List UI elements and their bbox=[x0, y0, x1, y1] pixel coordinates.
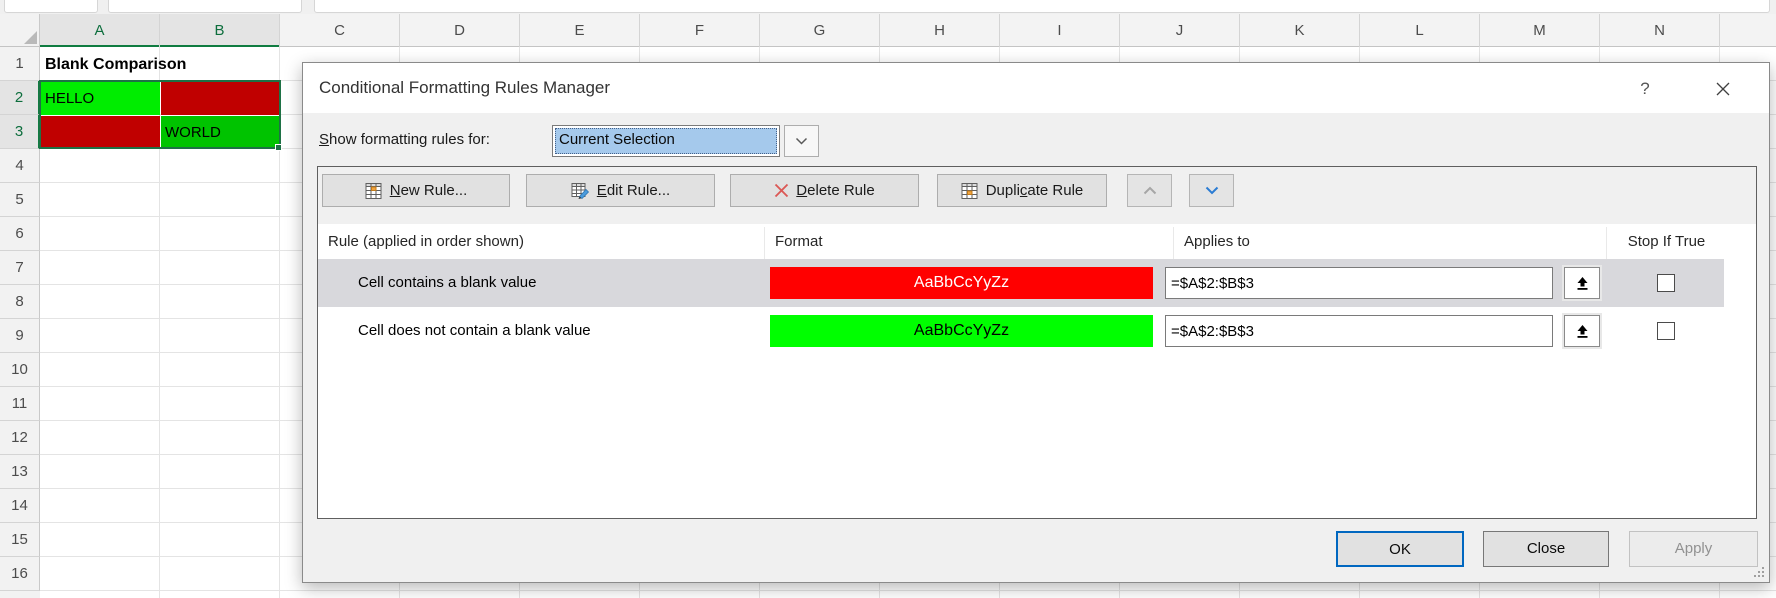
rule-row-not-blank[interactable]: Cell does not contain a blank value AaBb… bbox=[318, 307, 1724, 355]
row-header-4[interactable]: 4 bbox=[0, 149, 40, 183]
column-header-b[interactable]: B bbox=[160, 14, 280, 47]
column-header-f[interactable]: F bbox=[640, 14, 760, 47]
column-header-i[interactable]: I bbox=[1000, 14, 1120, 47]
column-header-c[interactable]: C bbox=[280, 14, 400, 47]
formula-input[interactable] bbox=[314, 0, 1770, 13]
column-header-e[interactable]: E bbox=[520, 14, 640, 47]
rule-description: Cell contains a blank value bbox=[358, 259, 536, 307]
new-rule-label: New Rule... bbox=[390, 182, 468, 199]
row-header-15[interactable]: 15 bbox=[0, 523, 40, 557]
help-icon[interactable]: ? bbox=[1631, 75, 1659, 103]
table-icon bbox=[365, 183, 383, 199]
move-rule-down-button[interactable] bbox=[1189, 174, 1234, 207]
table-edit-icon bbox=[571, 183, 590, 199]
rule-row-blank[interactable]: Cell contains a blank value AaBbCcYyZz bbox=[318, 259, 1724, 307]
delete-rule-label: Delete Rule bbox=[796, 182, 874, 199]
sheet-cell-a2[interactable]: HELLO bbox=[41, 82, 160, 115]
column-header-k[interactable]: K bbox=[1240, 14, 1360, 47]
row-header-8[interactable]: 8 bbox=[0, 285, 40, 319]
new-rule-button[interactable]: New Rule... bbox=[322, 174, 510, 207]
dialog-titlebar[interactable]: Conditional Formatting Rules Manager ? bbox=[303, 63, 1769, 113]
excel-window: ABCDEFGHIJKLMN 12345678910111213141516 B… bbox=[0, 0, 1776, 598]
row-header-9[interactable]: 9 bbox=[0, 319, 40, 353]
show-rules-combobox[interactable]: Current Selection bbox=[552, 125, 780, 157]
stop-if-true-checkbox[interactable] bbox=[1657, 274, 1675, 292]
row-header-1[interactable]: 1 bbox=[0, 47, 40, 81]
column-header-l[interactable]: L bbox=[1360, 14, 1480, 47]
row-header-16[interactable]: 16 bbox=[0, 557, 40, 591]
table-icon bbox=[961, 183, 979, 199]
header-rule: Rule (applied in order shown) bbox=[318, 227, 765, 259]
column-header-j[interactable]: J bbox=[1120, 14, 1240, 47]
duplicate-rule-button[interactable]: Duplicate Rule bbox=[937, 174, 1107, 207]
rule-description: Cell does not contain a blank value bbox=[358, 307, 591, 355]
apply-button: Apply bbox=[1629, 531, 1758, 567]
sheet-cell-b3[interactable]: WORLD bbox=[161, 116, 280, 149]
format-preview: AaBbCcYyZz bbox=[770, 315, 1153, 347]
show-rules-dropdown-button[interactable] bbox=[784, 125, 819, 157]
column-header-g[interactable]: G bbox=[760, 14, 880, 47]
column-header-d[interactable]: D bbox=[400, 14, 520, 47]
header-format: Format bbox=[765, 227, 1174, 259]
close-button[interactable]: Close bbox=[1483, 531, 1609, 567]
collapse-dialog-icon bbox=[1576, 324, 1589, 339]
sheet-cell-a3[interactable] bbox=[41, 116, 160, 149]
fill-handle[interactable] bbox=[275, 144, 282, 151]
sheet-cell-b2[interactable] bbox=[161, 82, 280, 115]
stop-if-true-checkbox[interactable] bbox=[1657, 322, 1675, 340]
dialog-title: Conditional Formatting Rules Manager bbox=[319, 63, 610, 113]
select-all-triangle-icon bbox=[24, 31, 37, 44]
row-headers: 12345678910111213141516 bbox=[0, 47, 40, 598]
row-header-6[interactable]: 6 bbox=[0, 217, 40, 251]
chevron-down-icon bbox=[795, 137, 808, 146]
ok-button[interactable]: OK bbox=[1336, 531, 1464, 567]
red-x-icon bbox=[774, 183, 789, 198]
header-stop-if-true: Stop If True bbox=[1607, 227, 1726, 259]
edit-rule-label: Edit Rule... bbox=[597, 182, 670, 199]
collapse-dialog-icon bbox=[1576, 276, 1589, 291]
delete-rule-button[interactable]: Delete Rule bbox=[730, 174, 919, 207]
row-header-10[interactable]: 10 bbox=[0, 353, 40, 387]
column-header-a[interactable]: A bbox=[40, 14, 160, 47]
rules-panel: New Rule... Edit Rule... bbox=[317, 166, 1757, 519]
applies-to-input[interactable] bbox=[1165, 315, 1553, 347]
row-header-12[interactable]: 12 bbox=[0, 421, 40, 455]
rules-toolbar: New Rule... Edit Rule... bbox=[318, 167, 1756, 224]
row-header-7[interactable]: 7 bbox=[0, 251, 40, 285]
column-header-h[interactable]: H bbox=[880, 14, 1000, 47]
header-applies-to: Applies to bbox=[1174, 227, 1607, 259]
formula-bar-buttons bbox=[108, 0, 302, 13]
show-rules-label: Show formatting rules for: bbox=[319, 131, 490, 148]
row-header-11[interactable]: 11 bbox=[0, 387, 40, 421]
conditional-formatting-rules-manager-dialog: Conditional Formatting Rules Manager ? S… bbox=[302, 62, 1770, 583]
show-rules-selected-value: Current Selection bbox=[555, 128, 777, 154]
resize-grip[interactable] bbox=[1754, 567, 1764, 577]
column-headers: ABCDEFGHIJKLMN bbox=[0, 14, 1776, 47]
range-picker-button[interactable] bbox=[1564, 267, 1600, 299]
close-icon[interactable] bbox=[1707, 75, 1739, 103]
column-header-n[interactable]: N bbox=[1600, 14, 1720, 47]
column-header-m[interactable]: M bbox=[1480, 14, 1600, 47]
name-box[interactable] bbox=[4, 0, 98, 13]
format-preview: AaBbCcYyZz bbox=[770, 267, 1153, 299]
row-header-3[interactable]: 3 bbox=[0, 115, 40, 149]
sheet-cell-a1[interactable]: Blank Comparison bbox=[41, 48, 277, 81]
move-rule-up-button[interactable] bbox=[1127, 174, 1172, 207]
row-header-5[interactable]: 5 bbox=[0, 183, 40, 217]
rules-list-header: Rule (applied in order shown) Format App… bbox=[318, 227, 1756, 259]
chevron-down-icon bbox=[1205, 186, 1219, 195]
chevron-up-icon bbox=[1143, 186, 1157, 195]
edit-rule-button[interactable]: Edit Rule... bbox=[526, 174, 715, 207]
applies-to-input[interactable] bbox=[1165, 267, 1553, 299]
formula-bar-strip bbox=[0, 0, 1776, 14]
range-picker-button[interactable] bbox=[1564, 315, 1600, 347]
row-header-2[interactable]: 2 bbox=[0, 81, 40, 115]
row-header-13[interactable]: 13 bbox=[0, 455, 40, 489]
row-header-14[interactable]: 14 bbox=[0, 489, 40, 523]
select-all-corner[interactable] bbox=[0, 14, 40, 47]
duplicate-rule-label: Duplicate Rule bbox=[986, 182, 1084, 199]
